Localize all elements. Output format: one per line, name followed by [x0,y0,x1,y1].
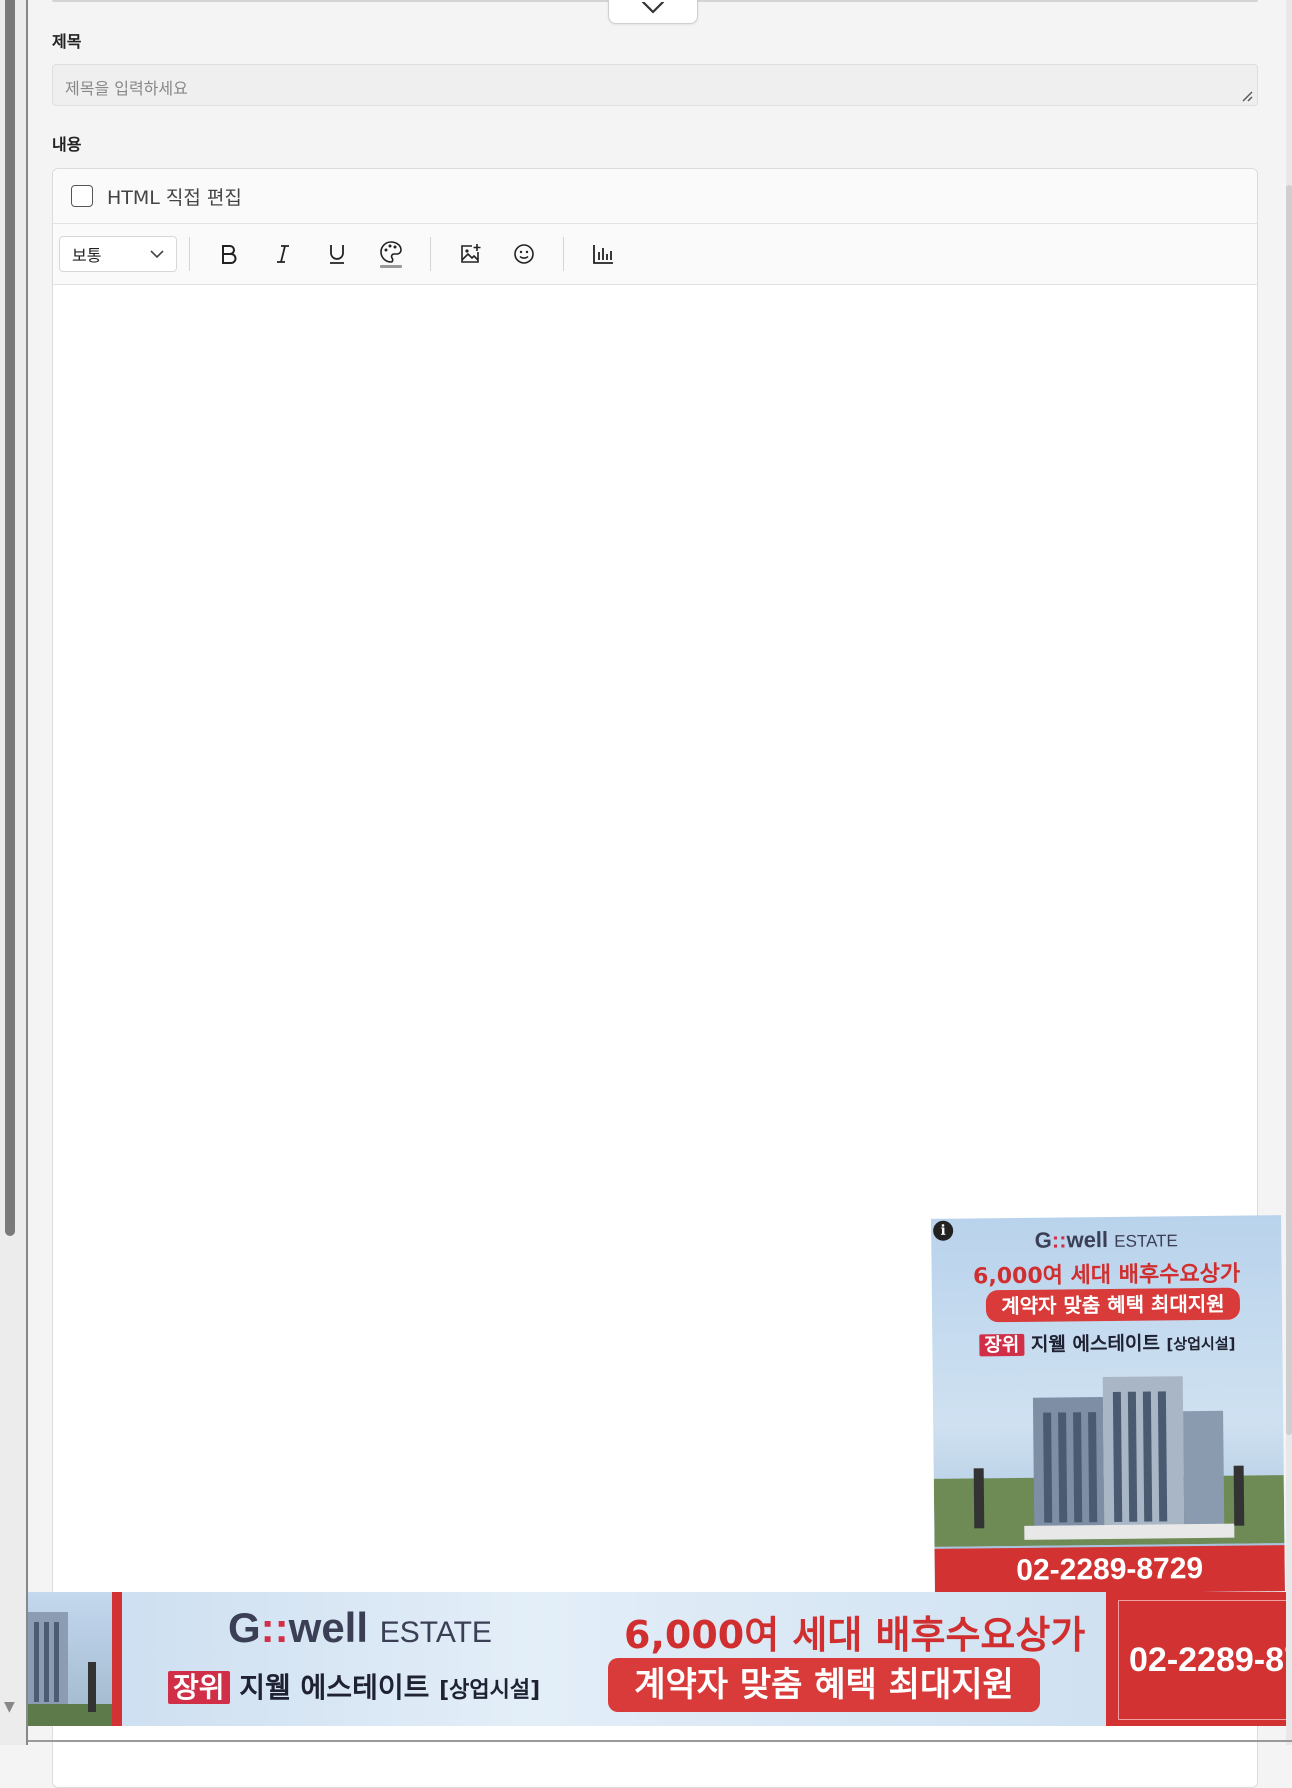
ad-subline: 장위 지웰 에스테이트 [상업시설] [932,1327,1282,1358]
ad-headline: 6,000여 세대 배후수요상가 [624,1613,1086,1657]
html-edit-label[interactable]: HTML 직접 편집 [107,183,242,210]
toolbar-divider [189,237,190,271]
html-edit-toggle[interactable]: HTML 직접 편집 [53,169,1257,224]
page-scrollbar-thumb[interactable] [1286,185,1292,1435]
emoji-button[interactable] [497,234,551,274]
window-scrollbar[interactable]: ▼ [0,0,28,1745]
ad-building-thumbnail [28,1592,112,1726]
toolbar-divider [563,237,564,271]
chart-icon [593,245,613,264]
format-select[interactable]: 보통 [59,236,177,272]
ad-brand-logo: G::well ESTATE [1034,1226,1178,1253]
bold-button[interactable] [202,234,256,274]
ad-headline: 6,000여 세대 배후수요상가 [972,1261,1241,1290]
ad-phone-box: 02-2289-8729 [1106,1592,1286,1726]
title-input[interactable]: 제목을 입력하세요 [52,64,1258,106]
page-scrollbar[interactable] [1286,0,1292,1745]
close-icon [641,2,665,14]
html-edit-checkbox[interactable] [71,185,93,207]
format-select-value: 보통 [72,246,102,265]
title-label: 제목 [52,32,82,51]
scrollbar-thumb[interactable] [5,0,15,1236]
bottom-border [28,1740,1292,1742]
title-placeholder: 제목을 입력하세요 [65,79,188,98]
ad-red-accent [112,1592,122,1726]
ad-phone-number: 02-2289-8729 [1118,1600,1286,1720]
scroll-down-arrow-icon[interactable]: ▼ [4,1700,15,1714]
bold-icon [222,245,237,264]
content-label: 내용 [52,135,82,154]
underline-icon [330,245,344,264]
toolbar-divider [430,237,431,271]
chevron-down-icon [150,249,164,258]
underline-button[interactable] [310,234,364,274]
image-add-icon [461,244,481,263]
ad-benefit-pill: 계약자 맞춤 혜택 최대지원 [985,1287,1241,1323]
building-illustration [933,1376,1285,1547]
italic-icon [277,245,289,263]
resize-grip-icon[interactable] [1241,90,1253,102]
ad-phone-number: 02-2289-8729 [934,1545,1285,1595]
side-advertisement[interactable]: i G::well ESTATE 6,000여 세대 배후수요상가 계약자 맞춤… [931,1215,1285,1595]
text-color-button[interactable] [364,234,418,274]
close-button[interactable] [608,0,698,24]
palette-icon [380,241,402,268]
insert-image-button[interactable] [443,234,497,274]
editor-toolbar: 보통 [53,224,1257,285]
insert-chart-button[interactable] [576,234,630,274]
ad-subline: 장위 지웰 에스테이트 [상업시설] [168,1666,540,1706]
italic-button[interactable] [256,234,310,274]
emoji-icon [514,244,534,264]
ad-brand-logo: G::well ESTATE [228,1604,492,1651]
ad-benefit-pill: 계약자 맞춤 혜택 최대지원 [608,1658,1040,1712]
bottom-advertisement-banner[interactable]: G::well ESTATE 장위 지웰 에스테이트 [상업시설] 6,000여… [28,1592,1286,1726]
